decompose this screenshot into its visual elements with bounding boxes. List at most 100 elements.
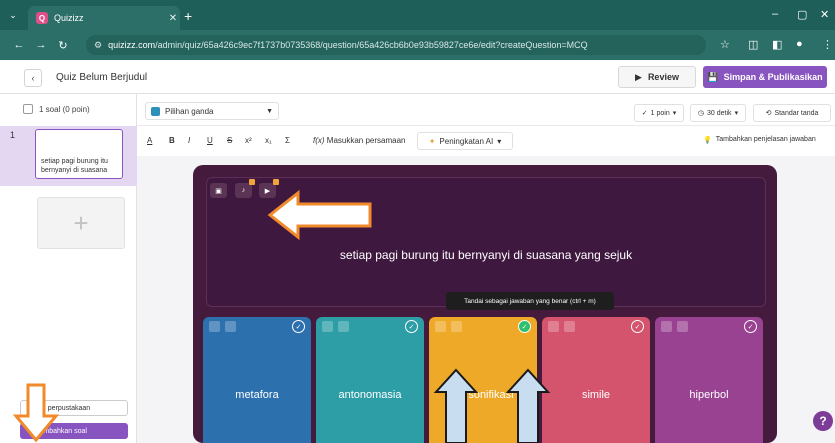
back-button[interactable]: ‹ [24,69,42,87]
premium-badge-icon [249,179,255,185]
reload-icon[interactable]: ↻ [52,39,74,52]
select-all-checkbox[interactable] [23,104,33,114]
url-path: /admin/quiz/65a426c9ec7f1737b0735368/que… [155,40,588,50]
minimize-icon[interactable]: – [772,8,778,20]
text-color-button[interactable]: A [147,136,152,145]
browser-menu-icon[interactable]: ⋮ [822,38,833,51]
answer-option[interactable]: ✓ metafora [203,317,311,443]
premium-badge-icon [273,179,279,185]
profile-avatar-icon[interactable]: ● [796,38,803,50]
answer-option-text[interactable]: personifikasi [429,389,537,401]
delete-option-icon[interactable] [548,321,559,332]
close-window-icon[interactable]: ✕ [820,8,829,21]
app-header: ‹ Quiz Belum Berjudul ▶ Review 💾 Simpan … [0,60,835,94]
search-library-button[interactable]: Cari perpustakaan [20,400,128,416]
slide-thumbnail[interactable]: setiap pagi burung itu bernyanyi di suas… [35,129,123,179]
answer-option[interactable]: ✓ antonomasia [316,317,424,443]
audio-icon[interactable]: ♪ [235,183,252,198]
tag-icon: ⟲ [765,110,772,117]
publish-button[interactable]: 💾 Simpan & Publikasikan [703,66,827,88]
bold-button[interactable]: B [169,136,175,145]
answer-option[interactable]: ✓ hiperbol [655,317,763,443]
image-icon[interactable] [451,321,462,332]
italic-button[interactable]: I [188,136,190,145]
explanation-label: Tambahkan penjelasan jawaban [715,136,816,143]
function-icon: f(x) [313,136,325,145]
delete-option-icon[interactable] [322,321,333,332]
add-question-button[interactable]: Tambahkan soal [20,423,128,439]
mark-correct-icon[interactable]: ✓ [518,320,531,333]
question-type-select[interactable]: Pilihan ganda ▼ [145,102,279,120]
tags-button[interactable]: ⟲ Standar tanda [753,104,831,122]
back-arrow-icon[interactable]: ← [8,39,30,51]
add-slide-button[interactable]: + [37,197,125,249]
image-icon[interactable] [338,321,349,332]
answer-option-text[interactable]: simile [542,389,650,401]
new-tab-icon[interactable]: + [184,8,192,24]
clock-icon: ◷ [697,110,705,117]
add-explanation-button[interactable]: 💡 Tambahkan penjelasan jawaban [703,136,816,144]
sidepanel-icon[interactable]: ◧ [772,38,782,51]
superscript-button[interactable]: x² [245,136,252,145]
browser-toolbar: ← → ↻ ⚙ quizizz.com/admin/quiz/65a426c9e… [0,30,835,60]
question-sidebar: 1 soal (0 poin) 1 setiap pagi burung itu… [0,94,137,443]
question-input-area[interactable] [206,177,766,307]
answer-option-text[interactable]: antonomasia [316,389,424,401]
image-icon[interactable] [677,321,688,332]
chevron-down-icon: ▾ [734,110,739,117]
bookmark-star-icon[interactable]: ☆ [720,38,730,51]
multiple-choice-icon [151,106,160,116]
answer-option-text[interactable]: hiperbol [655,389,763,401]
slide-number: 1 [10,130,16,140]
answer-option[interactable]: ✓ personifikasi [429,317,537,443]
url-host: quizizz.com [108,40,156,50]
underline-button[interactable]: U [207,136,213,145]
video-icon[interactable]: ▶ [259,183,276,198]
mark-correct-icon[interactable]: ✓ [631,320,644,333]
subscript-button[interactable]: x₁ [265,136,272,145]
mark-correct-icon[interactable]: ✓ [744,320,757,333]
tab-title: Quizizz [54,13,84,23]
forward-arrow-icon[interactable]: → [30,39,52,51]
image-icon[interactable] [225,321,236,332]
chevron-down-icon: ▼ [266,107,273,115]
time-label: 30 detik [707,109,732,117]
browser-tab[interactable]: Q Quizizz ✕ [28,6,180,30]
image-icon[interactable]: ▣ [210,183,227,198]
site-info-icon[interactable]: ⚙ [94,40,102,51]
answer-option[interactable]: ✓ simile [542,317,650,443]
chevron-left-icon: ‹ [31,73,35,83]
strikethrough-button[interactable]: S [227,136,232,145]
help-button[interactable]: ? [813,411,833,431]
check-icon: ✓ [641,110,648,117]
play-icon: ▶ [635,71,642,82]
ai-enhance-button[interactable]: ✦ Peningkatan AI ▾ [417,132,513,150]
mark-correct-icon[interactable]: ✓ [292,320,305,333]
publish-label: Simpan & Publikasikan [723,72,823,82]
delete-option-icon[interactable] [209,321,220,332]
delete-option-icon[interactable] [435,321,446,332]
extensions-icon[interactable]: ◫ [748,38,758,51]
mark-correct-icon[interactable]: ✓ [405,320,418,333]
delete-option-icon[interactable] [661,321,672,332]
tab-close-icon[interactable]: ✕ [166,13,180,24]
formatting-toolbar: A B I U S x² x₁ Σ f(x) Masukkan persamaa… [137,126,835,156]
insert-equation-button[interactable]: f(x) Masukkan persamaan [313,136,406,145]
review-label: Review [647,72,679,82]
image-icon[interactable] [564,321,575,332]
time-select[interactable]: ◷ 30 detik ▾ [690,104,746,122]
address-bar[interactable]: ⚙ quizizz.com/admin/quiz/65a426c9ec7f173… [86,35,706,55]
points-select[interactable]: ✓ 1 poin ▾ [634,104,684,122]
question-settings-bar: Pilihan ganda ▼ ✓ 1 poin ▾ ◷ 30 detik ▾ … [137,94,835,126]
slide-item[interactable]: 1 setiap pagi burung itu bernyanyi di su… [0,126,137,186]
review-button[interactable]: ▶ Review [618,66,696,88]
answer-option-text[interactable]: metafora [203,389,311,401]
tab-search-icon[interactable]: ⌄ [6,8,20,22]
question-text[interactable]: setiap pagi burung itu bernyanyi di suas… [206,248,766,262]
mark-correct-tooltip: Tandai sebagai jawaban yang benar (ctrl … [446,292,614,310]
ai-label: Peningkatan AI [439,136,494,146]
symbols-button[interactable]: Σ [285,136,290,145]
quiz-title[interactable]: Quiz Belum Berjudul [56,72,147,83]
maximize-icon[interactable]: ▢ [797,8,807,21]
plus-icon: + [73,207,89,238]
